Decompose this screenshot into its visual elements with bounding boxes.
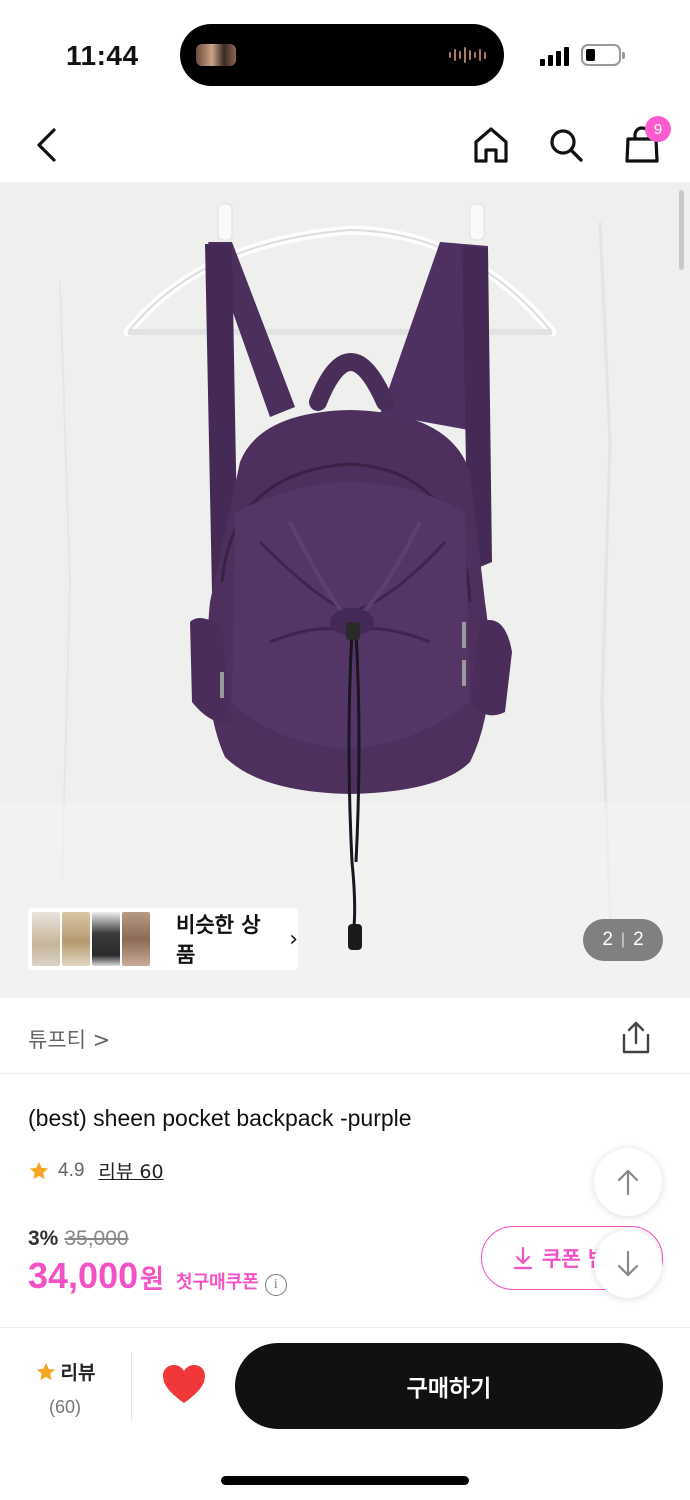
top-nav: 9 <box>0 110 690 182</box>
arrow-down-icon <box>617 1250 639 1277</box>
now-playing-artwork <box>196 44 236 66</box>
home-button[interactable] <box>466 120 516 170</box>
rating-row: 4.9 리뷰 60 <box>28 1157 164 1184</box>
star-icon <box>29 1161 49 1179</box>
download-icon <box>513 1246 533 1270</box>
rating-value: 4.9 <box>58 1159 85 1181</box>
price-row: 34,000 원 첫구매쿠폰 i <box>28 1255 287 1297</box>
image-pager: 2 | 2 <box>583 919 663 961</box>
divider <box>131 1352 132 1420</box>
similar-products-label: 비슷한 상품 <box>176 913 261 967</box>
sale-price: 34,000 <box>28 1255 139 1296</box>
currency-unit: 원 <box>140 1265 165 1295</box>
back-icon <box>37 128 56 162</box>
discount-percent: 3% <box>28 1227 59 1250</box>
pager-total: 2 <box>633 929 644 950</box>
search-icon <box>550 129 583 162</box>
review-link[interactable]: 리뷰 60 <box>98 1157 163 1184</box>
cart-button[interactable]: 9 <box>617 116 671 170</box>
heart-icon <box>163 1365 205 1403</box>
audio-wave-icon <box>449 46 486 64</box>
original-price: 35,000 <box>64 1227 129 1250</box>
home-indicator <box>221 1476 469 1485</box>
product-title: (best) sheen pocket backpack -purple <box>28 1105 412 1131</box>
star-icon <box>36 1362 55 1380</box>
info-icon[interactable]: i <box>264 1274 287 1296</box>
similar-products-button[interactable]: 비슷한 상품 › <box>28 908 298 970</box>
status-bar: 11:44 <box>0 0 690 110</box>
battery-icon <box>581 44 625 66</box>
brand-row: 튜프티 > <box>0 998 690 1074</box>
status-time: 11:44 <box>66 40 139 71</box>
brand-link[interactable]: 튜프티 > <box>28 1024 110 1054</box>
scroll-bottom-button[interactable] <box>594 1230 662 1298</box>
pager-separator: | <box>620 931 626 948</box>
review-summary-label: 리뷰 <box>60 1362 96 1384</box>
pager-current: 2 <box>602 929 613 950</box>
home-icon <box>474 127 508 163</box>
review-summary-top: 리뷰 <box>30 1358 100 1385</box>
bottom-action-bar: 리뷰 (60) 구매하기 <box>0 1327 690 1500</box>
search-button[interactable] <box>541 120 591 170</box>
review-summary-count: (60) <box>48 1397 81 1417</box>
share-icon <box>622 1021 650 1054</box>
like-button[interactable] <box>160 1362 208 1406</box>
signal-icon <box>540 46 569 66</box>
cart-count-badge: 9 <box>645 116 671 142</box>
back-button[interactable] <box>22 120 72 170</box>
arrow-up-icon <box>617 1169 639 1196</box>
product-photo <box>0 182 690 998</box>
discount-row: 3% 35,000 <box>28 1227 129 1251</box>
first-purchase-coupon-label: 첫구매쿠폰 <box>176 1272 259 1293</box>
share-button[interactable] <box>616 1018 656 1058</box>
product-image-gallery[interactable]: 비슷한 상품 › 2 | 2 <box>0 182 690 998</box>
similar-product-thumbnails <box>32 912 150 966</box>
review-summary-button[interactable]: 리뷰 (60) <box>30 1358 100 1418</box>
dynamic-island <box>180 24 504 86</box>
scroll-top-button[interactable] <box>594 1148 662 1216</box>
scroll-indicator <box>679 190 684 270</box>
buy-button[interactable]: 구매하기 <box>235 1343 663 1429</box>
chevron-right-icon: › <box>289 926 298 952</box>
